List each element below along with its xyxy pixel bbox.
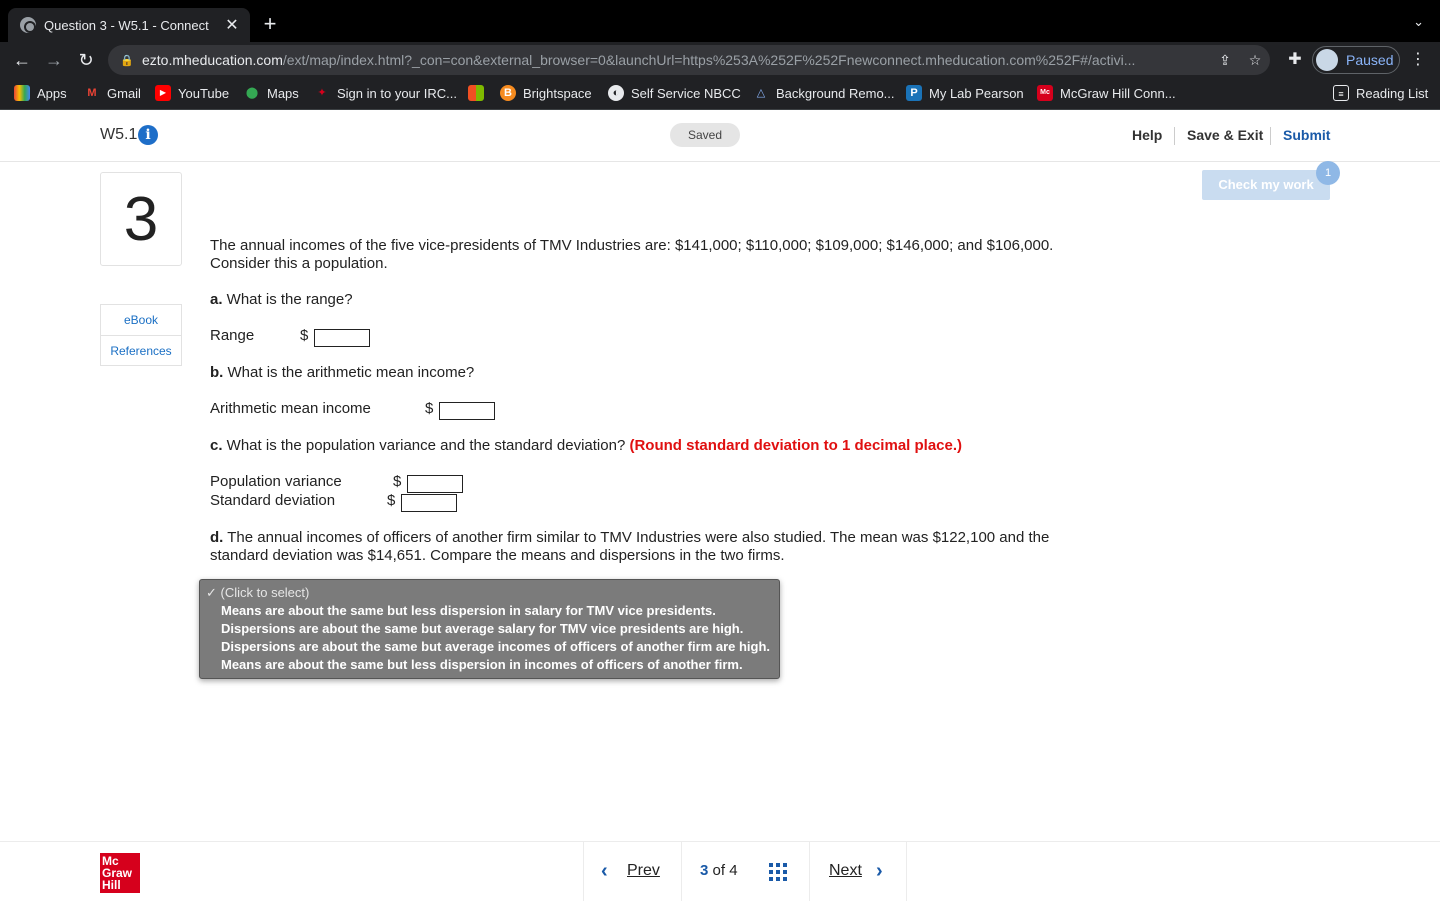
brightspace-icon: B xyxy=(500,85,516,101)
maps-pin-icon: ⬤ xyxy=(245,87,259,99)
range-input[interactable] xyxy=(314,329,370,347)
part-a-prompt: a. What is the range? xyxy=(210,291,353,308)
mcgraw-hill-logo: Mc Graw Hill xyxy=(100,853,140,893)
tab-title: Question 3 - W5.1 - Connect xyxy=(44,17,209,33)
pager-divider xyxy=(681,842,682,901)
mean-input[interactable] xyxy=(439,402,495,420)
rounding-note: (Round standard deviation to 1 decimal p… xyxy=(629,437,963,454)
part-c-prompt: c. What is the population variance and t… xyxy=(210,437,963,454)
dropdown-option[interactable]: Dispersions are about the same but avera… xyxy=(221,639,770,654)
close-tab-icon[interactable]: ✕ xyxy=(220,15,244,35)
profile-button[interactable]: Paused xyxy=(1312,46,1400,74)
stddev-input[interactable] xyxy=(401,494,457,512)
bookmark-star-icon[interactable]: ☆ xyxy=(1240,52,1270,69)
bookmark-gmail[interactable]: M Gmail xyxy=(84,85,141,101)
chevron-right-icon[interactable]: › xyxy=(876,860,883,883)
maple-leaf-icon: ✦ xyxy=(317,87,327,99)
page-indicator: 3 of 4 xyxy=(700,862,738,879)
info-icon[interactable]: i xyxy=(138,125,158,145)
bookmark-microsoft[interactable] xyxy=(468,85,491,101)
share-icon[interactable]: ⇪ xyxy=(1210,52,1240,69)
bookmark-background-remover[interactable]: △ Background Remo... xyxy=(753,85,895,101)
check-attempts-badge: 1 xyxy=(1316,161,1340,185)
bookmarks-bar: Apps M Gmail ▶ YouTube ⬤ Maps ✦ Sign in to y… xyxy=(0,78,1440,110)
part-b-prompt: b. What is the arithmetic mean income? xyxy=(210,364,475,381)
stddev-label: Standard deviation xyxy=(210,492,336,509)
extensions-puzzle-icon[interactable]: ✚ xyxy=(1284,48,1306,72)
submit-link[interactable]: Submit xyxy=(1283,127,1330,143)
bookmark-maps[interactable]: ⬤ Maps xyxy=(244,85,299,101)
variance-label: Population variance xyxy=(210,473,342,490)
apps-grid-icon xyxy=(14,85,30,101)
references-link[interactable]: References xyxy=(101,335,181,365)
connect-favicon-icon xyxy=(20,17,36,33)
save-exit-link[interactable]: Save & Exit xyxy=(1187,127,1263,143)
assignment-header: W5.1 i Saved Help Save & Exit Submit xyxy=(0,111,1440,162)
address-bar[interactable]: 🔒 ezto.mheducation.com/ext/map/index.htm… xyxy=(108,45,1270,75)
bookmark-youtube[interactable]: ▶ YouTube xyxy=(155,85,229,101)
chevron-left-icon[interactable]: ‹ xyxy=(601,860,608,883)
browser-menu-icon[interactable]: ⋮ xyxy=(1408,48,1428,72)
header-divider xyxy=(1270,127,1271,145)
reading-list-icon: ≡ xyxy=(1333,85,1349,101)
dropdown-option[interactable]: Dispersions are about the same but avera… xyxy=(221,621,743,636)
tab-search-chevron-icon[interactable]: ⌄ xyxy=(1413,14,1424,30)
ebook-link[interactable]: eBook xyxy=(101,305,181,335)
new-tab-icon[interactable]: + xyxy=(258,12,282,36)
forward-arrow-icon[interactable]: → xyxy=(42,48,66,72)
currency-symbol: $ xyxy=(387,492,396,509)
currency-symbol: $ xyxy=(425,400,434,417)
bookmark-apps[interactable]: Apps xyxy=(14,85,67,101)
url-text: ezto.mheducation.com/ext/map/index.html?… xyxy=(142,52,1136,68)
help-link[interactable]: Help xyxy=(1132,127,1162,143)
browser-tab[interactable]: Question 3 - W5.1 - Connect ✕ xyxy=(8,8,250,42)
globe-icon: ◐ xyxy=(608,85,624,101)
comparison-select-dropdown[interactable]: ✓ (Click to select) Means are about the … xyxy=(199,579,780,679)
microsoft-icon xyxy=(468,85,484,101)
intro-line: Consider this a population. xyxy=(210,255,388,272)
saved-status-badge: Saved xyxy=(670,123,740,147)
assignment-title: W5.1 xyxy=(100,126,138,143)
pearson-icon: P xyxy=(906,85,922,101)
dropdown-option[interactable]: Means are about the same but less disper… xyxy=(221,603,716,618)
part-d-prompt: d. The annual incomes of officers of ano… xyxy=(210,529,1050,564)
browser-toolbar: ← → ↻ 🔒 ezto.mheducation.com/ext/map/ind… xyxy=(0,42,1440,78)
youtube-icon: ▶ xyxy=(155,85,171,101)
dropdown-option[interactable]: Means are about the same but less disper… xyxy=(221,657,743,672)
browser-tabstrip: Question 3 - W5.1 - Connect ✕ + ⌄ xyxy=(0,0,1440,42)
check-my-work-button[interactable]: Check my work xyxy=(1202,170,1330,200)
mean-label: Arithmetic mean income xyxy=(210,400,371,417)
profile-avatar xyxy=(1316,49,1338,71)
lock-icon: 🔒 xyxy=(120,54,134,67)
dropdown-placeholder-option[interactable]: ✓ (Click to select) xyxy=(206,585,309,601)
bookmark-irc[interactable]: ✦ Sign in to your IRC... xyxy=(314,85,457,101)
intro-line: The annual incomes of the five vice-pres… xyxy=(210,237,1054,254)
bookmark-brightspace[interactable]: B Brightspace xyxy=(500,85,592,101)
pager-divider xyxy=(809,842,810,901)
reading-list-button[interactable]: ≡ Reading List xyxy=(1333,85,1428,101)
range-label: Range xyxy=(210,327,255,344)
resources-panel: eBook References xyxy=(100,304,182,366)
reload-icon[interactable]: ↻ xyxy=(74,48,98,72)
question-number: 3 xyxy=(100,172,182,266)
assignment-footer: Mc Graw Hill ‹ Prev 3 of 4 Next › xyxy=(0,841,1440,901)
bookmark-pearson[interactable]: P My Lab Pearson xyxy=(906,85,1024,101)
header-divider xyxy=(1174,127,1175,145)
prev-link[interactable]: Prev xyxy=(627,862,660,880)
profile-label: Paused xyxy=(1346,52,1394,68)
triangle-logo-icon: △ xyxy=(756,87,766,99)
back-arrow-icon[interactable]: ← xyxy=(10,48,34,72)
variance-input[interactable] xyxy=(407,475,463,493)
question-grid-icon[interactable] xyxy=(769,863,787,881)
mcgraw-hill-icon: Mc xyxy=(1037,85,1053,101)
bookmark-nbcc[interactable]: ◐ Self Service NBCC xyxy=(608,85,741,101)
question-intro: The annual incomes of the five vice-pres… xyxy=(210,237,1110,273)
next-link[interactable]: Next xyxy=(829,862,862,880)
currency-symbol: $ xyxy=(393,473,402,490)
currency-symbol: $ xyxy=(300,327,309,344)
gmail-icon: M xyxy=(87,87,97,99)
bookmark-mcgraw-hill[interactable]: Mc McGraw Hill Conn... xyxy=(1037,85,1176,101)
